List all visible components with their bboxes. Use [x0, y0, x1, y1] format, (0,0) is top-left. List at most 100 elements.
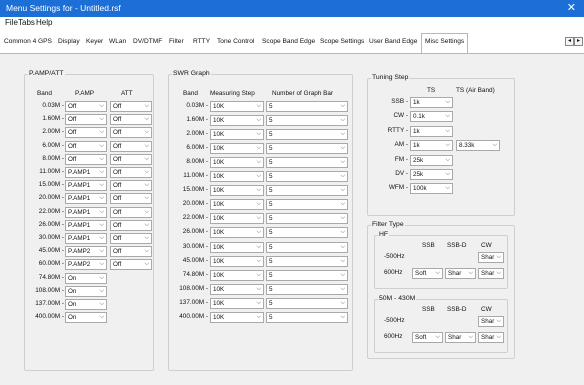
measuring-step-select[interactable]: 10K ⌵ [210, 143, 264, 155]
tuning-step-select[interactable]: 25k ⌵ [410, 154, 453, 166]
graph-bar-select[interactable]: 5 ⌵ [266, 143, 348, 155]
pamp-select[interactable]: P.AMP2 ⌵ [65, 259, 107, 271]
measuring-step-select[interactable]: 10K ⌵ [210, 115, 264, 127]
pamp-select[interactable]: P.AMP1 ⌵ [65, 180, 107, 192]
pamp-select[interactable]: P.AMP2 ⌵ [65, 246, 107, 258]
att-select[interactable]: Off ⌵ [110, 180, 152, 192]
tab-scope-settings[interactable]: Scope Settings [320, 35, 364, 48]
measuring-step-select[interactable]: 10K ⌵ [210, 185, 264, 197]
tab-dv-dtmf[interactable]: DV/DTMF [133, 35, 162, 48]
tuning-step-select[interactable]: 1k ⌵ [410, 140, 453, 152]
air-band-step-select[interactable]: 8.33k ⌵ [456, 140, 500, 152]
tab-user-band-edge[interactable]: User Band Edge [369, 35, 417, 48]
tuning-step-select[interactable]: 25k ⌵ [410, 169, 453, 180]
measuring-step-select[interactable]: 10K ⌵ [210, 255, 264, 267]
att-select[interactable]: Off ⌵ [110, 114, 152, 126]
measuring-step-select[interactable]: 10K ⌵ [210, 283, 264, 295]
pamp-select[interactable]: Off ⌵ [65, 114, 107, 126]
graph-bar-select[interactable]: 5 ⌵ [266, 185, 348, 197]
measuring-step-select[interactable]: 10K ⌵ [210, 157, 264, 169]
tab-keyer[interactable]: Keyer [86, 35, 103, 48]
menu-file[interactable]: File [5, 18, 18, 27]
att-select[interactable]: Off ⌵ [110, 167, 152, 178]
tab-display[interactable]: Display [58, 35, 80, 48]
graph-bar-select[interactable]: 5 ⌵ [266, 255, 348, 267]
tab-misc-settings[interactable]: Misc Settings [421, 33, 469, 53]
pamp-select[interactable]: On ⌵ [65, 285, 107, 297]
graph-bar-select[interactable]: 5 ⌵ [266, 101, 348, 112]
filter-ssbd-select[interactable]: Shar ⌵ [445, 332, 476, 343]
measuring-step-select[interactable]: 10K ⌵ [210, 171, 264, 183]
pamp-select[interactable]: Off ⌵ [65, 127, 107, 139]
att-select[interactable]: Off ⌵ [110, 206, 152, 218]
pamp-select[interactable]: Off ⌵ [65, 101, 107, 112]
att-select[interactable]: Off ⌵ [110, 233, 152, 244]
filter-cw-select[interactable]: Shar ⌵ [478, 332, 504, 343]
graph-bar-select[interactable]: 5 ⌵ [266, 269, 348, 281]
measuring-step-select[interactable]: 10K ⌵ [210, 129, 264, 141]
tuning-step-select[interactable]: 100k ⌵ [410, 183, 453, 195]
graph-bar-select[interactable]: 5 ⌵ [266, 129, 348, 141]
graph-bar-select[interactable]: 5 ⌵ [266, 297, 348, 309]
tab-tone-control[interactable]: Tone Control [217, 35, 254, 48]
measuring-step-select[interactable]: 10K ⌵ [210, 227, 264, 239]
tab-filter[interactable]: Filter [169, 35, 184, 48]
att-select[interactable]: Off ⌵ [110, 101, 152, 112]
tuning-step-select[interactable]: 1k ⌵ [410, 125, 453, 137]
measuring-step-select[interactable]: 10K ⌵ [210, 241, 264, 253]
pamp-select[interactable]: On ⌵ [65, 272, 107, 284]
pamp-select[interactable]: P.AMP1 ⌵ [65, 206, 107, 218]
att-select[interactable]: Off ⌵ [110, 259, 152, 271]
measuring-step-select[interactable]: 10K ⌵ [210, 297, 264, 309]
filter-ssb-select[interactable]: Soft ⌵ [412, 268, 443, 279]
measuring-step-select[interactable]: 10K ⌵ [210, 199, 264, 211]
pamp-select[interactable]: Off ⌵ [65, 140, 107, 152]
filter-cw-select[interactable]: Shar ⌵ [478, 316, 504, 327]
att-select[interactable]: Off ⌵ [110, 140, 152, 152]
tab-scroll-right-icon[interactable]: ▸ [574, 37, 583, 46]
tab-rtty[interactable]: RTTY [193, 35, 210, 48]
att-select[interactable]: Off ⌵ [110, 246, 152, 258]
tuning-step-select[interactable]: 1k ⌵ [410, 97, 453, 108]
graph-bar-select[interactable]: 5 ⌵ [266, 283, 348, 295]
graph-bar-select[interactable]: 5 ⌵ [266, 311, 348, 323]
measuring-step-select[interactable]: 10K ⌵ [210, 311, 264, 323]
att-select[interactable]: Off ⌵ [110, 193, 152, 205]
measuring-step-select[interactable]: 10K ⌵ [210, 101, 264, 112]
pamp-select[interactable]: On ⌵ [65, 312, 107, 324]
close-icon[interactable]: ✕ [567, 1, 576, 14]
graph-bar-select[interactable]: 5 ⌵ [266, 157, 348, 169]
filter-ssbd-select[interactable]: Shar ⌵ [445, 268, 476, 279]
att-select[interactable]: Off ⌵ [110, 219, 152, 231]
tab-common-4[interactable]: Common 4 [4, 35, 36, 48]
tuning-step-select[interactable]: 0.1k ⌵ [410, 111, 453, 123]
tuning-mode-label: CW - [393, 112, 408, 120]
graph-bar-select[interactable]: 5 ⌵ [266, 199, 348, 211]
pamp-select[interactable]: Off ⌵ [65, 153, 107, 165]
measuring-step-select[interactable]: 10K ⌵ [210, 213, 264, 225]
combo-value: 1k [413, 99, 420, 106]
menu-tabs[interactable]: Tabs [18, 18, 35, 27]
menu-help[interactable]: Help [36, 18, 52, 27]
graph-bar-select[interactable]: 5 ⌵ [266, 241, 348, 253]
pamp-select[interactable]: On ⌵ [65, 299, 107, 310]
graph-bar-select[interactable]: 5 ⌵ [266, 213, 348, 225]
pamp-select[interactable]: P.AMP1 ⌵ [65, 167, 107, 178]
att-select[interactable]: Off ⌵ [110, 153, 152, 165]
filter-cw-select[interactable]: Shar ⌵ [478, 268, 504, 279]
graph-bar-select[interactable]: 5 ⌵ [266, 171, 348, 183]
pamp-select[interactable]: P.AMP1 ⌵ [65, 233, 107, 244]
chevron-down-icon: ⌵ [256, 285, 261, 292]
pamp-select[interactable]: P.AMP1 ⌵ [65, 193, 107, 205]
filter-ssb-select[interactable]: Soft ⌵ [412, 332, 443, 343]
tab-scope-band-edge[interactable]: Scope Band Edge [262, 35, 315, 48]
graph-bar-select[interactable]: 5 ⌵ [266, 227, 348, 239]
graph-bar-select[interactable]: 5 ⌵ [266, 115, 348, 127]
tab-wlan[interactable]: WLan [109, 35, 126, 48]
filter-cw-select[interactable]: Shar ⌵ [478, 252, 504, 263]
att-select[interactable]: Off ⌵ [110, 127, 152, 139]
tab-scroll-left-icon[interactable]: ◂ [565, 37, 574, 46]
tab-gps[interactable]: GPS [38, 35, 52, 48]
measuring-step-select[interactable]: 10K ⌵ [210, 269, 264, 281]
pamp-select[interactable]: P.AMP1 ⌵ [65, 219, 107, 231]
